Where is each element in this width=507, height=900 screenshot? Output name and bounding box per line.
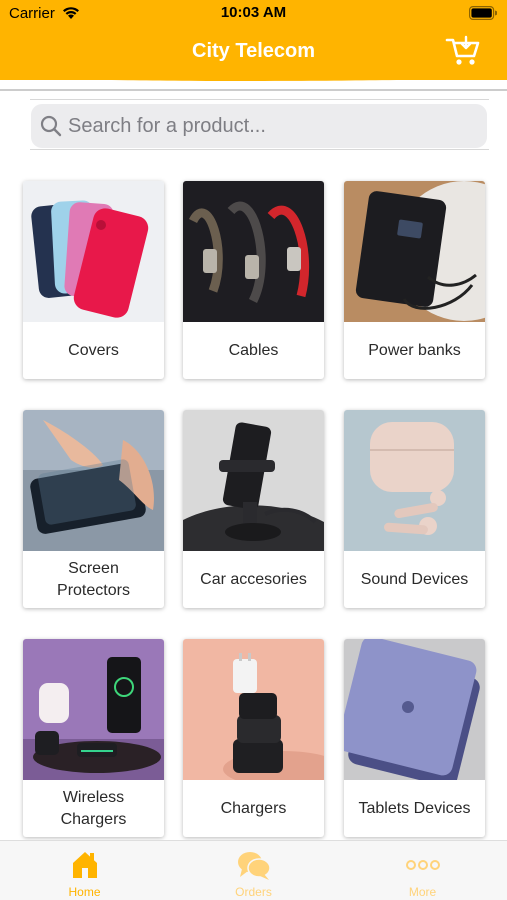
category-label: Screen Protectors <box>57 559 130 599</box>
sound-devices-image <box>344 410 485 551</box>
tab-label: Orders <box>235 885 272 899</box>
wireless-chargers-image <box>23 639 164 780</box>
chargers-image <box>183 639 324 780</box>
app-screen: Carrier 10:03 AM City Telecom Search for… <box>0 0 507 900</box>
tab-home[interactable]: Home <box>0 841 169 900</box>
category-label: Cables <box>228 341 279 359</box>
category-label: Wireless Chargers <box>60 788 127 828</box>
search-input[interactable] <box>68 112 468 140</box>
category-label: Tablets Devices <box>358 799 471 817</box>
category-card-power-banks[interactable]: Power banks <box>344 181 485 379</box>
category-card-wireless-chargers[interactable]: Wireless Chargers <box>23 639 164 837</box>
category-card-cables[interactable]: Cables <box>183 181 324 379</box>
search-top-divider <box>30 99 489 100</box>
car-accesories-image <box>183 410 324 551</box>
page-title: City Telecom <box>192 40 315 62</box>
category-card-chargers[interactable]: Chargers <box>183 639 324 837</box>
category-label: Covers <box>68 341 119 359</box>
tablets-devices-image <box>344 639 485 780</box>
category-label: Chargers <box>220 799 287 817</box>
category-label: Sound Devices <box>360 570 469 588</box>
cart-button[interactable] <box>445 34 481 68</box>
cables-image <box>183 181 324 322</box>
status-time: 10:03 AM <box>220 4 287 21</box>
more-dots-icon <box>405 860 440 870</box>
category-card-covers[interactable]: Covers <box>23 181 164 379</box>
battery-icon <box>469 6 497 20</box>
status-bar: Carrier 10:03 AM <box>0 0 507 28</box>
tab-label: More <box>408 885 437 899</box>
category-card-tablets-devices[interactable]: Tablets Devices <box>344 639 485 837</box>
category-card-car-accesories[interactable]: Car accesories <box>183 410 324 608</box>
tab-bar: Home Orders More <box>0 840 507 900</box>
header-divider-curve <box>0 76 507 91</box>
category-label: Car accesories <box>200 570 307 588</box>
shopping-cart-icon <box>445 35 480 65</box>
tab-label: Home <box>68 885 101 899</box>
power-banks-image <box>344 181 485 322</box>
search-bottom-divider <box>30 149 489 150</box>
tab-more[interactable]: More <box>338 841 507 900</box>
chat-bubbles-icon <box>237 852 271 880</box>
screen-protectors-image <box>23 410 164 551</box>
category-card-sound-devices[interactable]: Sound Devices <box>344 410 485 608</box>
search-icon <box>40 115 62 137</box>
covers-image <box>23 181 164 322</box>
home-icon <box>72 852 97 878</box>
category-card-screen-protectors[interactable]: Screen Protectors <box>23 410 164 608</box>
app-header: Carrier 10:03 AM City Telecom <box>0 0 507 80</box>
tab-orders[interactable]: Orders <box>169 841 338 900</box>
category-label: Power banks <box>368 341 461 359</box>
